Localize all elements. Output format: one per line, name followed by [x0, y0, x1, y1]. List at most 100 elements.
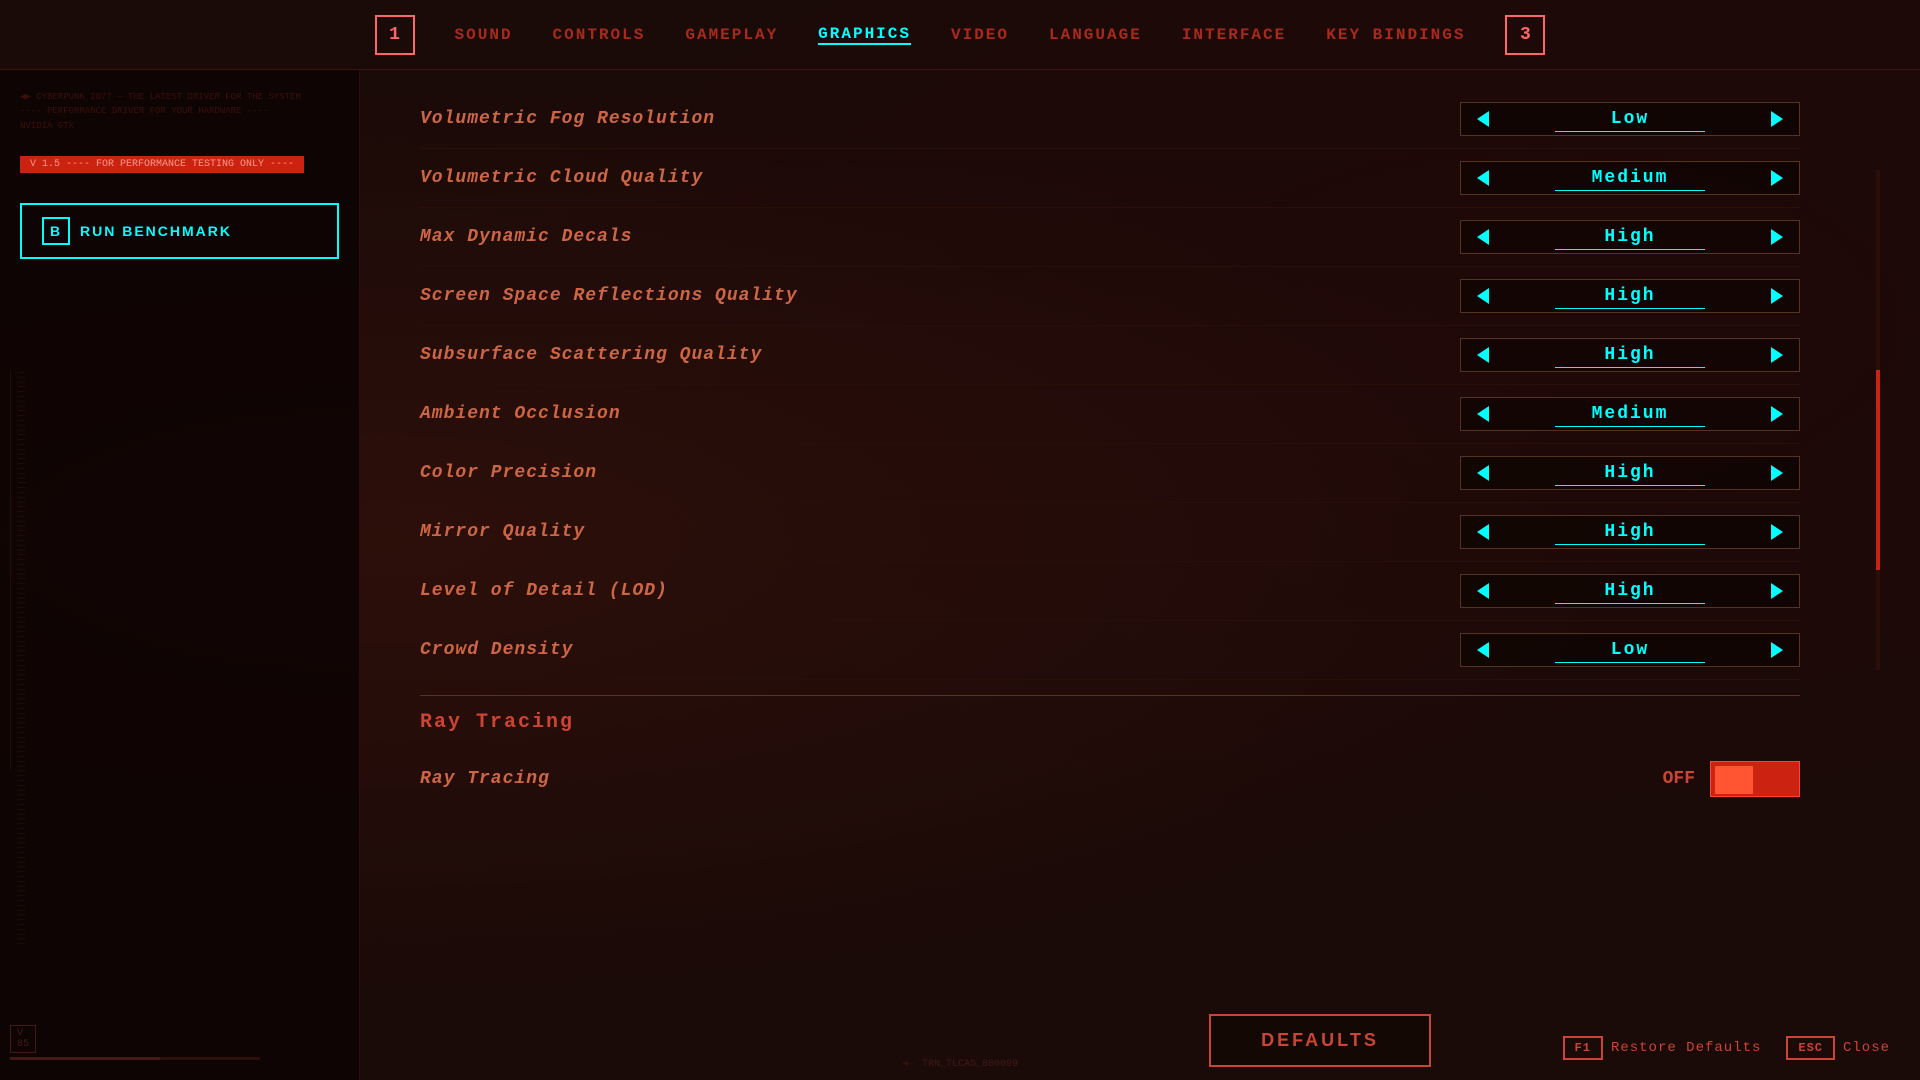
subsurface-scattering-next-button[interactable] — [1755, 339, 1799, 371]
setting-screen-space-reflections: Screen Space Reflections Quality High — [420, 267, 1800, 326]
progress-bar — [10, 1057, 260, 1060]
prev-icon — [1477, 406, 1489, 422]
mirror-quality-next-button[interactable] — [1755, 516, 1799, 548]
setting-max-dynamic-decals: Max Dynamic Decals High — [420, 208, 1800, 267]
close-key-badge: ESC — [1786, 1036, 1835, 1060]
sidebar: ◀▶ CYBERPUNK 2077 — THE LATEST DRIVER FO… — [0, 70, 360, 1080]
volumetric-fog-prev-button[interactable] — [1461, 103, 1505, 135]
setting-label-lod: Level of Detail (LOD) — [420, 581, 668, 601]
scrollbar-thumb[interactable] — [1876, 370, 1880, 570]
setting-label-ray-tracing: Ray Tracing — [420, 769, 550, 789]
ambient-occlusion-value: Medium — [1505, 404, 1755, 424]
setting-control-color-precision: High — [1460, 456, 1800, 490]
prev-icon — [1477, 642, 1489, 658]
version-badge-left: V85 — [10, 1025, 36, 1053]
setting-label-volumetric-cloud: Volumetric Cloud Quality — [420, 168, 703, 188]
next-icon — [1771, 111, 1783, 127]
prev-icon — [1477, 229, 1489, 245]
setting-control-volumetric-cloud: Medium — [1460, 161, 1800, 195]
nav-item-controls[interactable]: CONTROLS — [553, 26, 646, 44]
next-icon — [1771, 347, 1783, 363]
nav-item-key-bindings[interactable]: KEY BINDINGS — [1326, 26, 1465, 44]
prev-icon — [1477, 347, 1489, 363]
setting-control-volumetric-fog: Low — [1460, 102, 1800, 136]
nav-number-left: 1 — [375, 15, 415, 55]
color-precision-value: High — [1505, 463, 1755, 483]
lod-next-button[interactable] — [1755, 575, 1799, 607]
setting-mirror-quality: Mirror Quality High — [420, 503, 1800, 562]
nav-item-video[interactable]: VIDEO — [951, 26, 1009, 44]
progress-fill — [10, 1057, 160, 1060]
crowd-density-prev-button[interactable] — [1461, 634, 1505, 666]
top-navigation: 1 SOUND CONTROLS GAMEPLAY GRAPHICS VIDEO… — [0, 0, 1920, 70]
subsurface-scattering-value: High — [1505, 345, 1755, 365]
setting-lod: Level of Detail (LOD) High — [420, 562, 1800, 621]
run-benchmark-button[interactable]: B RUN BENCHMARK — [20, 203, 339, 259]
center-bottom-text: ◀— TRN_TLCAS_800099 — [902, 1058, 1018, 1070]
volumetric-cloud-next-button[interactable] — [1755, 162, 1799, 194]
lod-prev-button[interactable] — [1461, 575, 1505, 607]
volumetric-cloud-prev-button[interactable] — [1461, 162, 1505, 194]
setting-control-screen-space-reflections: High — [1460, 279, 1800, 313]
settings-container: Volumetric Fog Resolution Low Volumetric… — [360, 70, 1920, 980]
color-precision-prev-button[interactable] — [1461, 457, 1505, 489]
prev-icon — [1477, 111, 1489, 127]
nav-item-interface[interactable]: INTERFACE — [1182, 26, 1286, 44]
close-label: Close — [1843, 1040, 1890, 1056]
ray-tracing-toggle-control: OFF — [1663, 761, 1800, 797]
next-icon — [1771, 406, 1783, 422]
bottom-right-actions: F1 Restore Defaults ESC Close — [1563, 1036, 1890, 1060]
screen-space-reflections-next-button[interactable] — [1755, 280, 1799, 312]
setting-control-crowd-density: Low — [1460, 633, 1800, 667]
setting-label-volumetric-fog: Volumetric Fog Resolution — [420, 109, 715, 129]
next-icon — [1771, 642, 1783, 658]
next-icon — [1771, 583, 1783, 599]
screen-space-reflections-value: High — [1505, 286, 1755, 306]
setting-label-color-precision: Color Precision — [420, 463, 597, 483]
version-badge: V 1.5 ---- FOR PERFORMANCE TESTING ONLY … — [20, 156, 304, 173]
nav-items: SOUND CONTROLS GAMEPLAY GRAPHICS VIDEO L… — [455, 25, 1466, 45]
nav-number-right: 3 — [1505, 15, 1545, 55]
volumetric-fog-next-button[interactable] — [1755, 103, 1799, 135]
next-icon — [1771, 229, 1783, 245]
close-action: ESC Close — [1786, 1036, 1890, 1060]
benchmark-key: B — [42, 217, 70, 245]
setting-crowd-density: Crowd Density Low — [420, 621, 1800, 680]
restore-key-badge: F1 — [1563, 1036, 1603, 1060]
setting-control-subsurface-scattering: High — [1460, 338, 1800, 372]
max-dynamic-decals-next-button[interactable] — [1755, 221, 1799, 253]
mirror-quality-prev-button[interactable] — [1461, 516, 1505, 548]
color-precision-next-button[interactable] — [1755, 457, 1799, 489]
nav-item-graphics[interactable]: GRAPHICS — [818, 25, 911, 45]
screen-space-reflections-prev-button[interactable] — [1461, 280, 1505, 312]
setting-ambient-occlusion: Ambient Occlusion Medium — [420, 385, 1800, 444]
setting-volumetric-fog: Volumetric Fog Resolution Low — [420, 90, 1800, 149]
logo-area: ◀▶ CYBERPUNK 2077 — THE LATEST DRIVER FO… — [20, 90, 339, 133]
volumetric-cloud-value: Medium — [1505, 168, 1755, 188]
main-content: Volumetric Fog Resolution Low Volumetric… — [360, 70, 1920, 1080]
next-icon — [1771, 465, 1783, 481]
setting-label-crowd-density: Crowd Density — [420, 640, 573, 660]
setting-color-precision: Color Precision High — [420, 444, 1800, 503]
setting-label-screen-space-reflections: Screen Space Reflections Quality — [420, 286, 798, 306]
ambient-occlusion-next-button[interactable] — [1755, 398, 1799, 430]
toggle-switch-thumb — [1715, 766, 1753, 794]
nav-item-language[interactable]: LANGUAGE — [1049, 26, 1142, 44]
next-icon — [1771, 288, 1783, 304]
crowd-density-next-button[interactable] — [1755, 634, 1799, 666]
setting-control-mirror-quality: High — [1460, 515, 1800, 549]
next-icon — [1771, 524, 1783, 540]
restore-defaults-label: Restore Defaults — [1611, 1040, 1761, 1056]
subsurface-scattering-prev-button[interactable] — [1461, 339, 1505, 371]
crowd-density-value: Low — [1505, 640, 1755, 660]
nav-item-sound[interactable]: SOUND — [455, 26, 513, 44]
defaults-button[interactable]: DEFAULTS — [1209, 1014, 1431, 1067]
nav-item-gameplay[interactable]: GAMEPLAY — [685, 26, 778, 44]
setting-label-ambient-occlusion: Ambient Occlusion — [420, 404, 621, 424]
max-dynamic-decals-value: High — [1505, 227, 1755, 247]
max-dynamic-decals-prev-button[interactable] — [1461, 221, 1505, 253]
ray-tracing-toggle[interactable] — [1710, 761, 1800, 797]
setting-label-subsurface-scattering: Subsurface Scattering Quality — [420, 345, 762, 365]
ambient-occlusion-prev-button[interactable] — [1461, 398, 1505, 430]
version-info: V85 — [10, 1025, 260, 1060]
